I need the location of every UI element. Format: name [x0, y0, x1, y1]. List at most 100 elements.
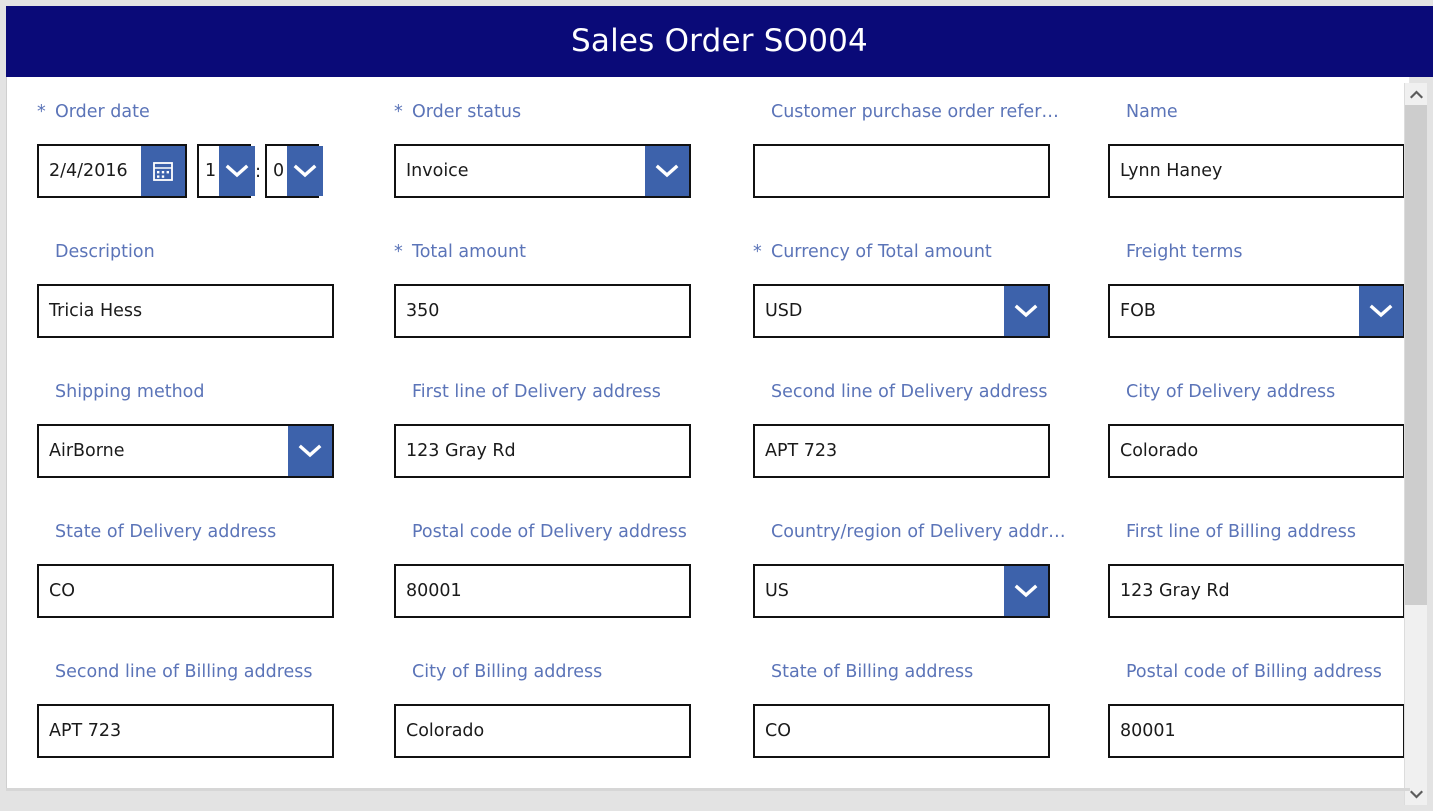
- chevron-down-icon[interactable]: [1004, 286, 1048, 336]
- second-line-of-billing-address-value: APT 723: [49, 721, 122, 741]
- name-value: Lynn Haney: [1120, 161, 1223, 181]
- label-text: City of Delivery address: [1126, 382, 1336, 402]
- scrollbar-thumb[interactable]: [1405, 105, 1427, 605]
- country-region-of-delivery-address-dropdown[interactable]: US: [753, 564, 1050, 618]
- city-of-billing-address-value: Colorado: [406, 721, 485, 741]
- label-text: Shipping method: [55, 382, 205, 402]
- first-line-of-billing-address-value: 123 Gray Rd: [1120, 581, 1230, 601]
- freight-terms-value: FOB: [1120, 301, 1156, 321]
- label-second-line-of-billing-address: *Second line of Billing address: [37, 662, 334, 684]
- order-minute-value: 0: [273, 161, 285, 181]
- label-shipping-method: *Shipping method: [37, 382, 334, 404]
- freight-terms-dropdown[interactable]: FOB: [1108, 284, 1405, 338]
- second-line-of-delivery-address-input[interactable]: APT 723: [753, 424, 1050, 478]
- time-separator: :: [254, 160, 262, 182]
- label-first-line-of-billing-address: *First line of Billing address: [1108, 522, 1405, 544]
- city-of-delivery-address-value: Colorado: [1120, 441, 1199, 461]
- field-customer-purchase-order-reference: *Customer purchase order refer…: [753, 102, 1059, 198]
- chevron-up-icon[interactable]: [1405, 83, 1427, 105]
- state-of-billing-address-input[interactable]: CO: [753, 704, 1050, 758]
- city-of-delivery-address-input[interactable]: Colorado: [1108, 424, 1405, 478]
- label-text: Postal code of Delivery address: [412, 522, 687, 542]
- field-country-region-of-delivery-address: *Country/region of Delivery addr… US: [753, 522, 1066, 618]
- order-minute-dropdown[interactable]: 0: [265, 144, 323, 198]
- field-city-of-billing-address: *City of Billing address Colorado: [394, 662, 691, 758]
- field-city-of-delivery-address: *City of Delivery address Colorado: [1108, 382, 1405, 478]
- window-bottom-edge: [6, 788, 1410, 791]
- order-status-dropdown[interactable]: Invoice: [394, 144, 691, 198]
- chevron-down-icon[interactable]: [645, 146, 689, 196]
- order-date-input[interactable]: 2/4/2016: [37, 144, 187, 198]
- label-currency-of-total-amount: * Currency of Total amount: [753, 242, 1050, 264]
- label-text: Name: [1126, 102, 1178, 122]
- field-freight-terms: *Freight terms FOB: [1108, 242, 1405, 338]
- chevron-down-icon[interactable]: [1405, 783, 1427, 805]
- window-title-bar: Sales Order SO004: [6, 6, 1433, 77]
- field-order-status: * Order status Invoice: [394, 102, 691, 198]
- label-second-line-of-delivery-address: *Second line of Delivery address: [753, 382, 1050, 404]
- label-name: *Name: [1108, 102, 1405, 124]
- calendar-icon[interactable]: [141, 146, 185, 196]
- shipping-method-dropdown[interactable]: AirBorne: [37, 424, 334, 478]
- label-text: Second line of Billing address: [55, 662, 313, 682]
- first-line-of-delivery-address-input[interactable]: 123 Gray Rd: [394, 424, 691, 478]
- label-customer-purchase-order-reference: *Customer purchase order refer…: [753, 102, 1059, 124]
- label-text: Order date: [55, 102, 150, 122]
- order-date-controls: 2/4/2016 1: 0: [37, 144, 367, 198]
- description-value: Tricia Hess: [49, 301, 143, 321]
- currency-of-total-amount-value: USD: [765, 301, 803, 321]
- field-total-amount: * Total amount 350: [394, 242, 691, 338]
- field-description: *Description Tricia Hess: [37, 242, 334, 338]
- chevron-down-icon[interactable]: [219, 146, 255, 196]
- description-input[interactable]: Tricia Hess: [37, 284, 334, 338]
- country-region-of-delivery-address-value: US: [765, 581, 789, 601]
- order-hour-dropdown[interactable]: 1: [197, 144, 255, 198]
- state-of-billing-address-value: CO: [765, 721, 791, 741]
- field-state-of-delivery-address: *State of Delivery address CO: [37, 522, 334, 618]
- currency-of-total-amount-dropdown[interactable]: USD: [753, 284, 1050, 338]
- label-freight-terms: *Freight terms: [1108, 242, 1405, 264]
- required-marker: *: [753, 242, 762, 262]
- chevron-down-icon[interactable]: [1004, 566, 1048, 616]
- chevron-down-icon[interactable]: [1359, 286, 1403, 336]
- first-line-of-billing-address-input[interactable]: 123 Gray Rd: [1108, 564, 1405, 618]
- first-line-of-delivery-address-value: 123 Gray Rd: [406, 441, 516, 461]
- field-first-line-of-billing-address: *First line of Billing address 123 Gray R…: [1108, 522, 1405, 618]
- required-marker: *: [394, 102, 403, 122]
- label-text: First line of Delivery address: [412, 382, 661, 402]
- postal-code-of-delivery-address-value: 80001: [406, 581, 462, 601]
- customer-purchase-order-reference-value: [755, 146, 1048, 196]
- vertical-scrollbar[interactable]: [1404, 83, 1427, 805]
- total-amount-value: 350: [406, 301, 440, 321]
- field-name: *Name Lynn Haney: [1108, 102, 1405, 198]
- field-state-of-billing-address: *State of Billing address CO: [753, 662, 1050, 758]
- label-city-of-delivery-address: *City of Delivery address: [1108, 382, 1405, 404]
- chevron-down-icon[interactable]: [287, 146, 323, 196]
- label-postal-code-of-delivery-address: *Postal code of Delivery address: [394, 522, 691, 544]
- postal-code-of-billing-address-input[interactable]: 80001: [1108, 704, 1405, 758]
- chevron-down-icon[interactable]: [288, 426, 332, 476]
- label-text: Currency of Total amount: [771, 242, 992, 262]
- label-total-amount: * Total amount: [394, 242, 691, 264]
- page-title: Sales Order SO004: [571, 23, 868, 59]
- name-input[interactable]: Lynn Haney: [1108, 144, 1405, 198]
- label-country-region-of-delivery-address: *Country/region of Delivery addr…: [753, 522, 1066, 544]
- sales-order-window: Sales Order SO004 * Order date 2/4/2016: [0, 0, 1433, 811]
- city-of-billing-address-input[interactable]: Colorado: [394, 704, 691, 758]
- label-order-date: * Order date: [37, 102, 367, 124]
- order-date-value: 2/4/2016: [49, 161, 128, 181]
- label-text: Description: [55, 242, 155, 262]
- state-of-delivery-address-input[interactable]: CO: [37, 564, 334, 618]
- customer-purchase-order-reference-input[interactable]: [753, 144, 1050, 198]
- second-line-of-billing-address-input[interactable]: APT 723: [37, 704, 334, 758]
- order-hour-value: 1: [205, 161, 217, 181]
- field-second-line-of-delivery-address: *Second line of Delivery address APT 723: [753, 382, 1050, 478]
- total-amount-input[interactable]: 350: [394, 284, 691, 338]
- postal-code-of-delivery-address-input[interactable]: 80001: [394, 564, 691, 618]
- label-text: Second line of Delivery address: [771, 382, 1048, 402]
- field-second-line-of-billing-address: *Second line of Billing address APT 723: [37, 662, 334, 758]
- label-state-of-billing-address: *State of Billing address: [753, 662, 1050, 684]
- field-postal-code-of-billing-address: *Postal code of Billing address 80001: [1108, 662, 1405, 758]
- state-of-delivery-address-value: CO: [49, 581, 75, 601]
- label-text: Country/region of Delivery addr…: [771, 522, 1066, 542]
